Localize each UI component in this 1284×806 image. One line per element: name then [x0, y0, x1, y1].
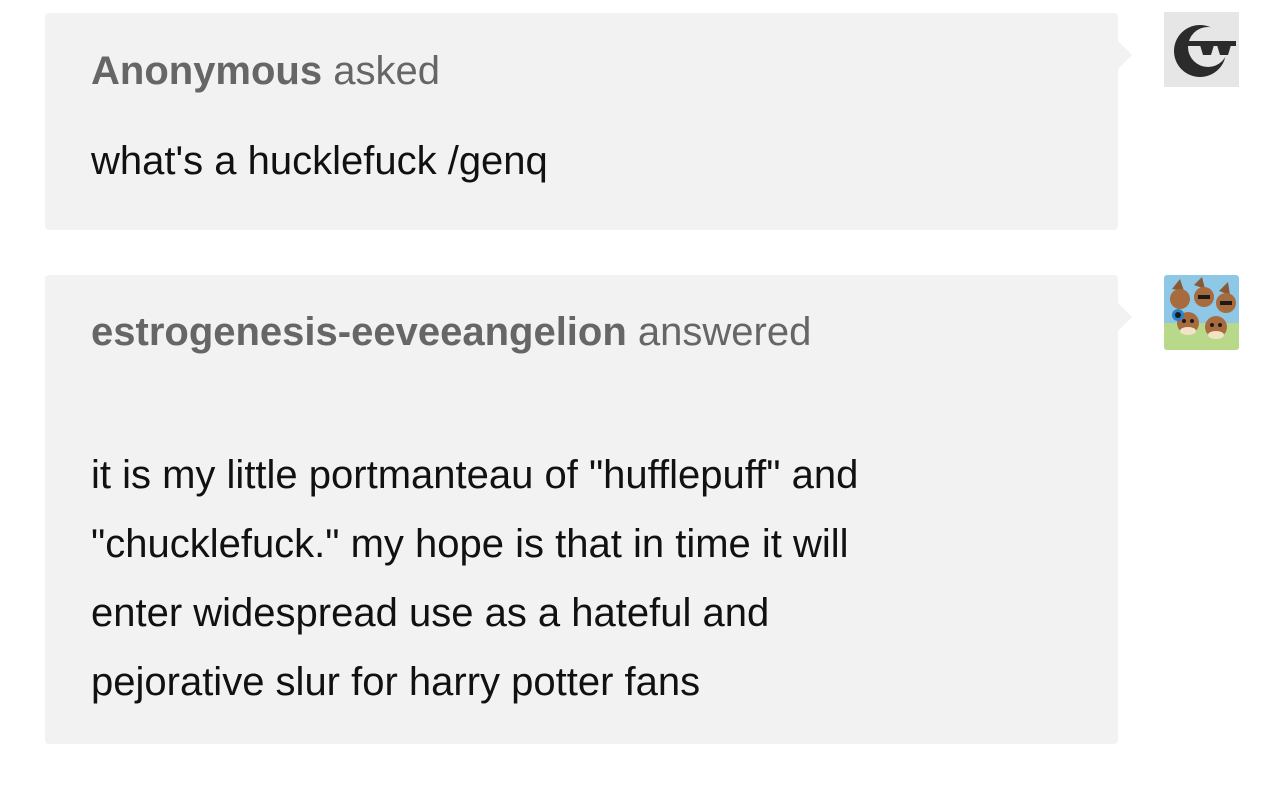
answerer-name[interactable]: estrogenesis-eeveeangelion	[91, 310, 627, 354]
answer-line: pejorative slur for harry potter fans	[91, 660, 701, 704]
answer-bubble: estrogenesis-eeveeangelion answered it i…	[45, 275, 1132, 744]
answer-verb: answered	[637, 310, 812, 354]
ask-verb: asked	[333, 49, 440, 93]
question-text: what's a hucklefuck /genq	[91, 139, 548, 183]
answer-line: it is my little portmanteau of "hufflepu…	[91, 453, 859, 497]
eevee-collage-avatar-icon[interactable]	[1164, 275, 1239, 350]
answer-line: enter widespread use as a hateful and	[91, 591, 770, 635]
asker-name[interactable]: Anonymous	[91, 49, 322, 93]
anonymous-sunglasses-icon[interactable]	[1164, 12, 1239, 87]
answer-line: "chucklefuck." my hope is that in time i…	[91, 522, 849, 566]
answer-text: it is my little portmanteau of "hufflepu…	[91, 441, 1078, 717]
ask-header: Anonymous asked	[91, 47, 440, 95]
ask-bubble: Anonymous asked what's a hucklefuck /gen…	[45, 13, 1132, 230]
answer-header: estrogenesis-eeveeangelion answered	[91, 308, 811, 356]
